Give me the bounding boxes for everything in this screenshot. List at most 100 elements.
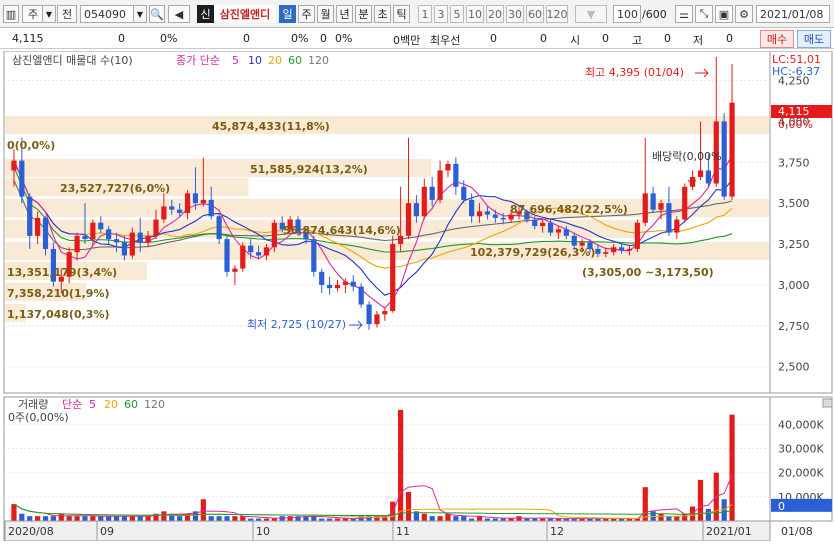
x-tick-label: 11 [396,525,410,538]
tab-interval-3[interactable]: 10 [466,5,484,23]
volume-profile-band [5,116,769,134]
price-range-label: (3,305,00 ~3,173,50) [582,266,714,279]
volume-bar [82,516,88,521]
volume-profile-label: 51,585,924(13,2%) [250,163,368,176]
price-axis [769,50,833,394]
volume-bar [121,516,128,521]
panel-scroll-icon[interactable] [822,398,833,408]
max-price-label: 최고 4,395 (01/04) [585,66,684,79]
ma10-legend: 10 [248,54,262,67]
volume-bar [642,487,648,521]
search-icon[interactable]: 🔍 [149,5,165,23]
date-input[interactable]: 2021/01/08 [756,5,830,23]
volume-ma-legend-title: 단순 [62,398,82,411]
candle [358,283,364,308]
tab-interval-6[interactable]: 60 [526,5,544,23]
price-volume-chart[interactable]: 4,2504,0003,7503,5003,2503,0002,7502,500… [0,50,834,542]
quote-low: 0 [726,32,733,45]
zero-label: 0(0,0%) [7,139,55,152]
high-label: 고 [632,34,643,47]
volume-bar [177,516,183,521]
volume-bar [113,516,120,521]
quote-volume: 0백만 [393,34,421,47]
tab-interval-7[interactable]: 120 [546,5,568,23]
quote-field-1: 0 [243,32,250,45]
code-dropdown-icon[interactable]: ▼ [133,5,147,23]
buy-button[interactable]: 매수 [760,30,794,48]
vol-ma120-legend: 120 [144,398,165,411]
volume-bar [697,479,704,521]
volume-bar [66,516,72,521]
tab-interval-2[interactable]: 5 [450,5,464,23]
x-tick-label: 09 [100,525,114,538]
chart-tools-icon[interactable]: ⚌ [675,5,693,23]
toolbar: ▥ 주 ▼ 전 054090 ▼ 🔍 ◀ 신 삼진엘앤디 ▼ 100 /600 … [0,0,834,28]
price-tick-label: 3,000 [778,279,810,292]
quote-bar: 4,115 0 0% 0 0% 0 0% 0백만 최우선 0 0 시 0 고 0… [0,29,834,49]
volume-bar [453,516,459,521]
current-volume-label: 0 [778,500,785,513]
candle [634,219,640,253]
price-tick-label: 2,750 [778,320,810,333]
chart-menu-icon[interactable]: ▥ [3,5,19,23]
volume-bar [27,516,33,521]
candle [271,219,277,253]
tab-period-0[interactable]: 일 [279,5,296,23]
tab-period-4[interactable]: 분 [355,5,372,23]
volume-bar [50,516,57,521]
ma-legend-title: 종가 단순 [176,54,220,67]
volume-bar [224,516,230,521]
quote-change-pct: 0% [160,32,178,45]
min-price-label: 최저 2,725 (10/27) [247,318,346,331]
candle [721,113,727,200]
volume-profile-label: 45,874,433(11,8%) [212,120,330,133]
period-type-select[interactable]: 주 [22,5,44,23]
tab-interval-0[interactable]: 1 [418,5,432,23]
prev-button[interactable]: 전 [57,5,77,23]
volume-profile-band [5,242,769,260]
candle [50,242,57,287]
stock-code-input[interactable]: 054090 [80,5,136,23]
tab-period-6[interactable]: 틱 [393,5,410,23]
volume-profile-label: 7,358,210(1,9%) [7,287,110,300]
volume-tick-label: 20,000K [778,467,824,480]
tab-interval-4[interactable]: 20 [486,5,504,23]
chart-panel[interactable]: 4,250 4,000 3,750 3,500 3,250 3,000 2,750 2,500… [0,50,834,542]
period-dropdown-icon[interactable]: ▼ [42,5,56,23]
ma20-legend: 20 [268,54,282,67]
speaker-icon[interactable]: ◀ [168,5,190,23]
quote-field-2-pct: 0% [335,32,353,45]
gear-icon[interactable]: ⚙ [735,5,753,23]
current-pct-label: 0,00% [778,118,813,131]
tab-period-2[interactable]: 월 [317,5,334,23]
volume-bar [674,516,680,521]
volume-bar [666,516,672,521]
volume-bar [240,516,246,521]
x-tick-label: 10 [256,525,270,538]
volume-bar [421,513,427,521]
tab-period-3[interactable]: 년 [336,5,353,23]
volume-profile-label: 87,696,482(22,5%) [510,203,628,216]
tab-period-1[interactable]: 주 [298,5,315,23]
count-input[interactable]: 100 [613,5,641,23]
volume-bar [232,516,238,521]
save-icon[interactable]: ▣ [715,5,733,23]
volume-bar [42,516,49,521]
volume-profile-label: 13,351,179(3,4%) [7,266,117,279]
tab-interval-5[interactable]: 30 [506,5,524,23]
tab-interval-1[interactable]: 3 [434,5,448,23]
quote-change: 0 [118,32,125,45]
volume-bar [145,516,151,521]
range-select[interactable]: ▼ [575,5,607,23]
volume-bar [90,516,96,521]
volume-tick-label: 30,000K [778,443,824,456]
volume-bar [461,516,467,521]
volume-profile-label: 102,379,729(26,3%) [470,246,595,259]
volume-plot-area [3,396,771,522]
volume-bar [74,516,80,521]
volume-tick-label: 40,000K [778,418,824,431]
crosshair-icon[interactable]: ⤡ [695,5,713,23]
candle [390,235,396,313]
tab-period-5[interactable]: 초 [374,5,391,23]
sell-button[interactable]: 매도 [797,30,831,48]
